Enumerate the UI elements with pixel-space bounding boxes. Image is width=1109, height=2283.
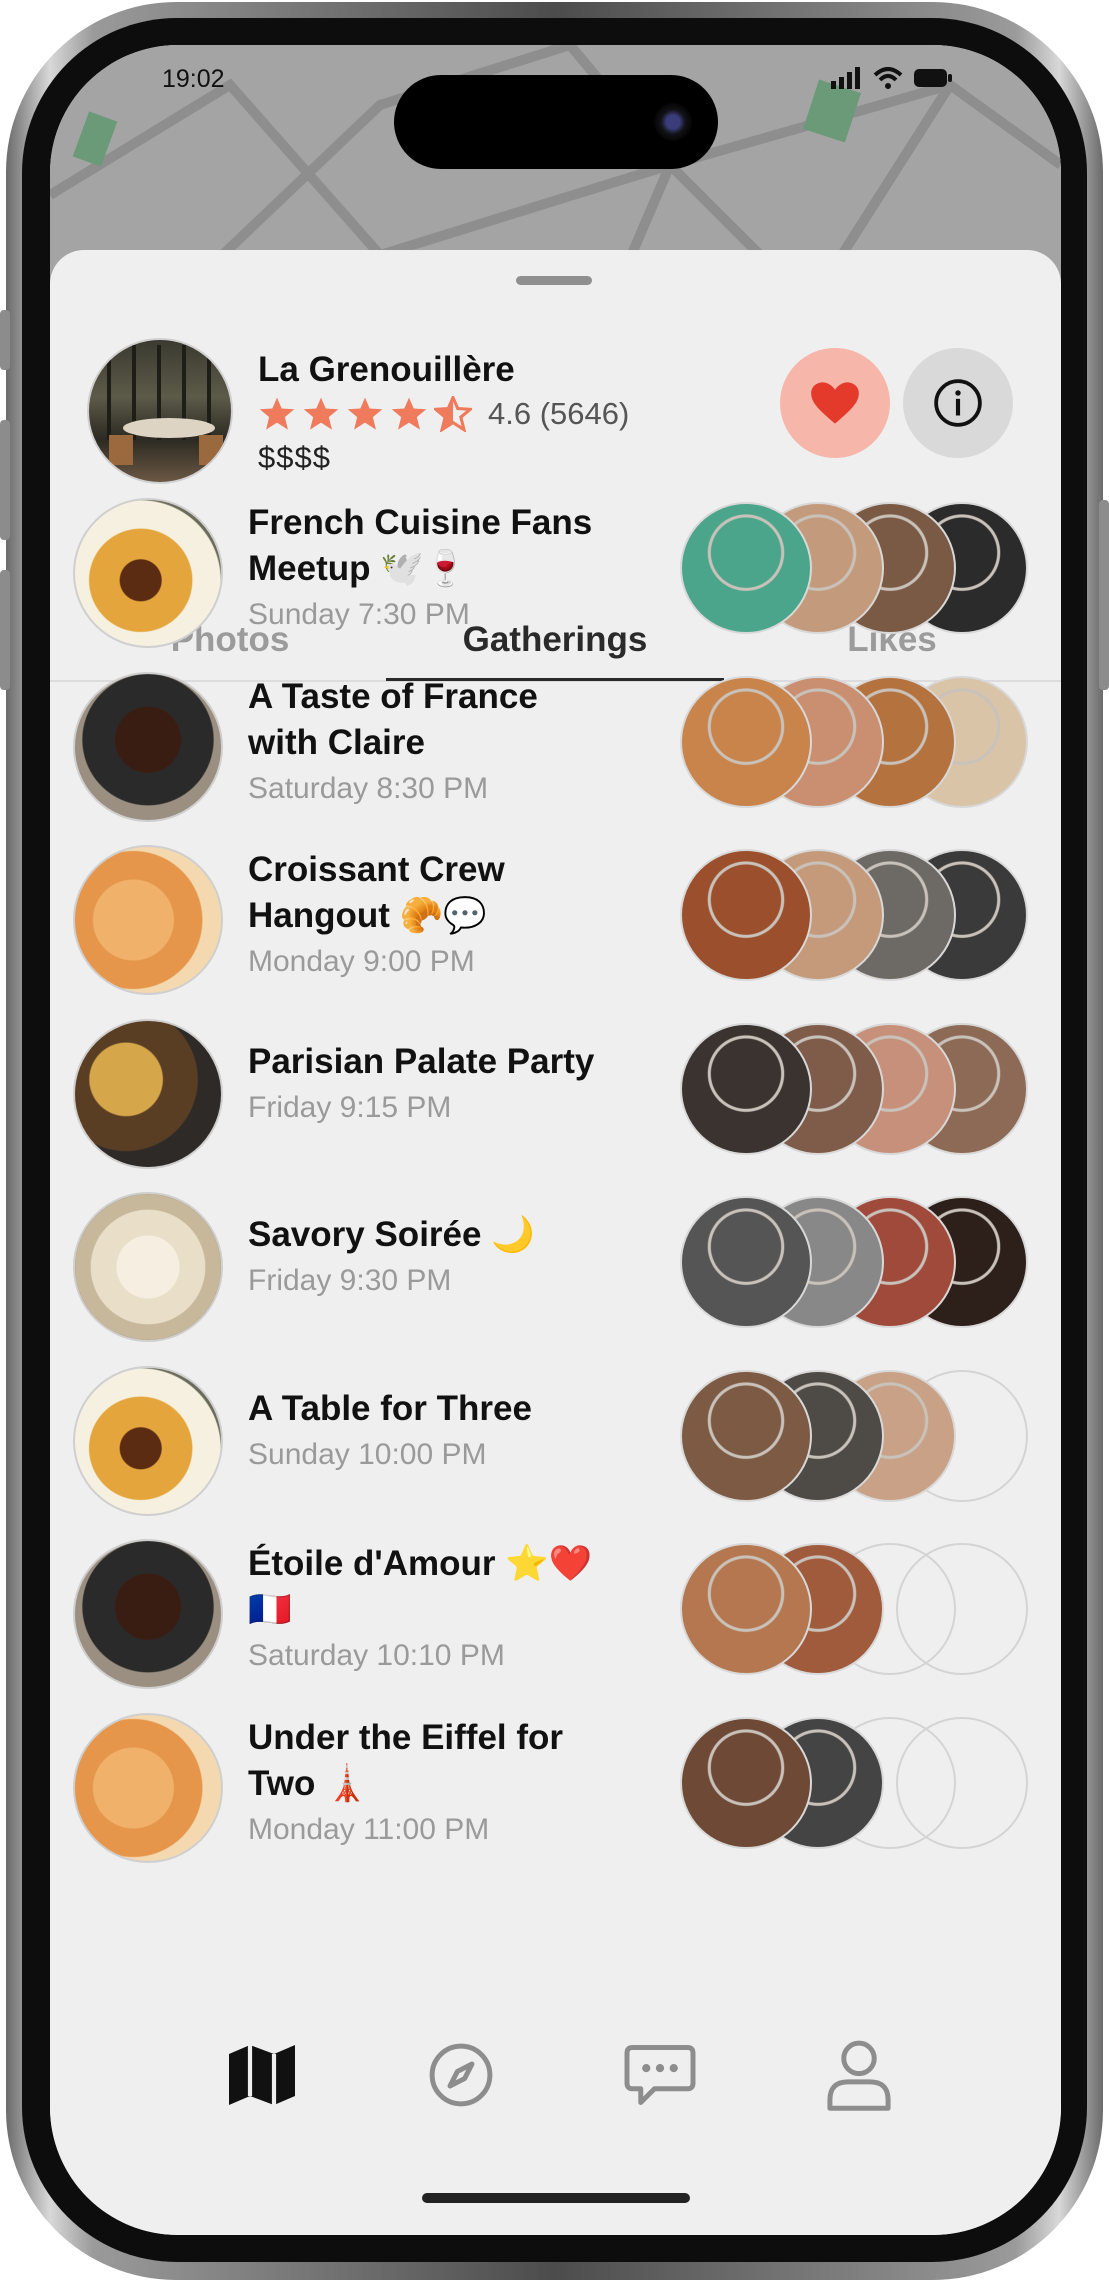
gathering-food-photo (73, 498, 223, 648)
gathering-title: Savory Soirée 🌙 (248, 1215, 535, 1254)
heart-icon (811, 382, 859, 424)
info-icon (934, 379, 982, 427)
gathering-food-photo (73, 1018, 223, 1169)
chat-icon (624, 2045, 696, 2105)
gathering-title-line2: 🇫🇷 (248, 1590, 292, 1629)
signal-icon (831, 67, 860, 89)
gathering-title: A Table for Three (248, 1388, 532, 1428)
gathering-title: Parisian Palate Party (248, 1041, 595, 1081)
nav-chat[interactable] (620, 2035, 700, 2115)
status-icons (831, 67, 953, 89)
gathering-time: Saturday 10:10 PM (248, 1639, 505, 1672)
silent-switch (0, 310, 10, 370)
volume-up-button (0, 420, 10, 540)
star-icon (259, 397, 295, 430)
wifi-icon (873, 67, 903, 89)
attendee-avatars[interactable] (680, 502, 1060, 642)
volume-down-button (0, 570, 10, 690)
gathering-row[interactable]: French Cuisine Fans Meetup 🕊️🍷 Sunday 7:30… (50, 498, 1061, 670)
gathering-title: Croissant Crew (248, 850, 505, 889)
home-indicator[interactable] (422, 2193, 690, 2203)
gathering-food-photo (73, 1712, 223, 1863)
nav-map[interactable] (222, 2035, 302, 2115)
star-icon (391, 397, 427, 430)
venue-photo (87, 338, 233, 484)
status-time: 19:02 (162, 65, 225, 93)
nav-explore[interactable] (421, 2035, 501, 2115)
attendee-avatars[interactable] (680, 1022, 1060, 1163)
camera-icon (654, 103, 692, 141)
avatar (680, 849, 812, 981)
power-button (1099, 500, 1109, 690)
nav-profile[interactable] (819, 2035, 899, 2115)
dynamic-island (394, 75, 718, 169)
gathering-row[interactable]: Étoile d'Amour ⭐❤️ 🇫🇷 Saturday 10:10 PM (50, 1539, 1061, 1711)
battery-icon (914, 69, 952, 87)
gathering-time: Saturday 8:30 PM (248, 771, 489, 805)
bottom-nav (50, 2035, 1061, 2155)
sheet-grabber[interactable] (516, 276, 592, 285)
gathering-time: Sunday 10:00 PM (248, 1437, 487, 1471)
gathering-time: Sunday 7:30 PM (248, 598, 470, 631)
compass-icon (429, 2043, 493, 2107)
favorite-button[interactable] (780, 348, 890, 458)
attendee-avatars[interactable] (680, 849, 1060, 989)
star-icon (303, 397, 339, 430)
info-button[interactable] (903, 348, 1013, 458)
gathering-row[interactable]: A Taste of France with Claire Saturday 8:3… (50, 671, 1061, 844)
gathering-time: Friday 9:15 PM (248, 1090, 452, 1124)
rating-stars: 4.6 (5646) (258, 396, 629, 432)
gathering-food-photo (73, 1365, 223, 1516)
attendee-avatars[interactable] (680, 1196, 1060, 1336)
rating-text: 4.6 (5646) (488, 396, 630, 431)
avatar (680, 675, 812, 808)
price-level: $$$$ (258, 440, 331, 475)
gathering-food-photo (73, 1192, 223, 1342)
avatar (680, 1543, 812, 1675)
gathering-title-line2: Hangout 🥐💬 (248, 896, 487, 935)
gathering-title-line2: Two 🗼 (248, 1763, 369, 1803)
gathering-time: Monday 9:00 PM (248, 945, 475, 978)
gathering-food-photo (73, 845, 223, 995)
gathering-row[interactable]: Under the Eiffel for Two 🗼 Monday 11:00 PM (50, 1712, 1061, 1885)
gathering-row[interactable]: Savory Soirée 🌙 Friday 9:30 PM (50, 1192, 1061, 1364)
gathering-time: Friday 9:30 PM (248, 1264, 452, 1297)
profile-icon (827, 2040, 891, 2111)
avatar (680, 502, 812, 634)
venue-sheet: La Grenouillère 4.6 (5646) $$$$ Photos G… (50, 250, 1061, 2235)
gathering-title: A Taste of France (248, 676, 538, 716)
avatar (680, 1022, 812, 1155)
attendee-avatars[interactable] (680, 1543, 1060, 1683)
map-icon (229, 2045, 295, 2105)
gathering-title-line2: with Claire (248, 722, 425, 762)
avatar (680, 1716, 812, 1849)
gathering-title: Étoile d'Amour ⭐❤️ (248, 1544, 593, 1583)
gathering-title: Under the Eiffel for (248, 1717, 564, 1757)
attendee-avatars[interactable] (680, 675, 1060, 816)
gathering-title-line2: Meetup 🕊️🍷 (248, 549, 468, 588)
star-half-icon (434, 396, 472, 432)
attendee-avatars[interactable] (680, 1716, 1060, 1857)
gathering-food-photo (73, 1539, 223, 1689)
gathering-title: French Cuisine Fans (248, 503, 593, 542)
gathering-row[interactable]: Parisian Palate Party Friday 9:15 PM (50, 1018, 1061, 1191)
gathering-time: Monday 11:00 PM (248, 1812, 490, 1846)
star-icon (347, 397, 383, 430)
avatar (680, 1196, 812, 1328)
venue-name: La Grenouillère (258, 350, 515, 389)
screen: 19:02 La Grenouillère 4.6 (5646) $$$$ Ph… (50, 45, 1061, 2235)
gathering-row[interactable]: A Table for Three Sunday 10:00 PM (50, 1365, 1061, 1538)
attendee-avatars[interactable] (680, 1369, 1060, 1510)
gathering-food-photo (73, 671, 223, 822)
avatar (680, 1369, 812, 1502)
gathering-row[interactable]: Croissant Crew Hangout 🥐💬 Monday 9:00 PM (50, 845, 1061, 1017)
